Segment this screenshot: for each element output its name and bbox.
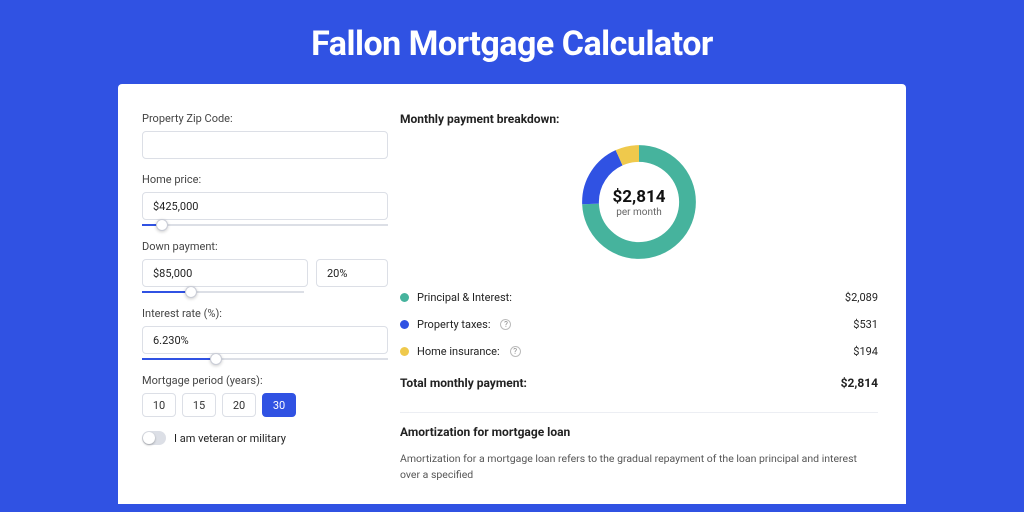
rate-slider[interactable] <box>142 358 388 360</box>
calculator-card: Property Zip Code: Home price: Down paym… <box>118 84 906 504</box>
down-label: Down payment: <box>142 240 388 253</box>
price-slider[interactable] <box>142 224 388 226</box>
amort-body: Amortization for a mortgage loan refers … <box>400 451 878 483</box>
veteran-toggle-knob <box>143 432 155 444</box>
legend-dot-icon <box>400 347 409 356</box>
down-slider-fill <box>142 291 191 293</box>
down-slider-thumb[interactable] <box>185 286 197 298</box>
rate-slider-fill <box>142 358 216 360</box>
help-icon[interactable]: ? <box>510 346 521 357</box>
veteran-toggle[interactable] <box>142 431 166 445</box>
zip-input[interactable] <box>142 131 388 159</box>
breakdown-title: Monthly payment breakdown: <box>400 112 878 126</box>
legend-value: $531 <box>853 318 878 331</box>
zip-field-group: Property Zip Code: <box>142 112 388 159</box>
total-label: Total monthly payment: <box>400 376 527 390</box>
period-pill-30[interactable]: 30 <box>262 393 296 417</box>
rate-field-group: Interest rate (%): <box>142 307 388 360</box>
legend-row-0: Principal & Interest: $2,089 <box>400 284 878 311</box>
divider <box>400 412 878 413</box>
donut-sub: per month <box>616 207 662 218</box>
period-label: Mortgage period (years): <box>142 374 388 387</box>
rate-input[interactable] <box>142 326 388 354</box>
price-label: Home price: <box>142 173 388 186</box>
veteran-label: I am veteran or military <box>174 432 286 445</box>
zip-label: Property Zip Code: <box>142 112 388 125</box>
total-row: Total monthly payment: $2,814 <box>400 367 878 398</box>
total-value: $2,814 <box>841 376 878 390</box>
rate-label: Interest rate (%): <box>142 307 388 320</box>
period-pill-15[interactable]: 15 <box>182 393 216 417</box>
legend-row-1: Property taxes:? $531 <box>400 311 878 338</box>
legend-label: Principal & Interest: <box>417 291 512 304</box>
legend-label: Home insurance: <box>417 345 500 358</box>
donut-wrap: $2,814 per month <box>400 138 878 266</box>
page-title: Fallon Mortgage Calculator <box>0 0 1024 84</box>
legend-value: $194 <box>853 345 878 358</box>
period-pill-20[interactable]: 20 <box>222 393 256 417</box>
rate-slider-thumb[interactable] <box>210 353 222 365</box>
legend-dot-icon <box>400 293 409 302</box>
legend: Principal & Interest: $2,089 Property taxe… <box>400 284 878 365</box>
period-pill-10[interactable]: 10 <box>142 393 176 417</box>
legend-label: Property taxes: <box>417 318 490 331</box>
down-field-group: Down payment: <box>142 240 388 293</box>
results-panel: Monthly payment breakdown: $2,814 per mo… <box>388 84 906 504</box>
period-field-group: Mortgage period (years): 10152030 <box>142 374 388 417</box>
donut-amount: $2,814 <box>613 187 666 207</box>
help-icon[interactable]: ? <box>500 319 511 330</box>
price-slider-thumb[interactable] <box>156 219 168 231</box>
price-field-group: Home price: <box>142 173 388 226</box>
donut-center: $2,814 per month <box>575 138 703 266</box>
legend-value: $2,089 <box>845 291 878 304</box>
inputs-panel: Property Zip Code: Home price: Down paym… <box>118 84 388 504</box>
down-slider[interactable] <box>142 291 304 293</box>
legend-row-2: Home insurance:? $194 <box>400 338 878 365</box>
down-pct-input[interactable] <box>316 259 388 287</box>
price-input[interactable] <box>142 192 388 220</box>
amort-title: Amortization for mortgage loan <box>400 425 878 439</box>
donut-chart: $2,814 per month <box>575 138 703 266</box>
down-amount-input[interactable] <box>142 259 308 287</box>
legend-dot-icon <box>400 320 409 329</box>
veteran-row: I am veteran or military <box>142 431 388 445</box>
